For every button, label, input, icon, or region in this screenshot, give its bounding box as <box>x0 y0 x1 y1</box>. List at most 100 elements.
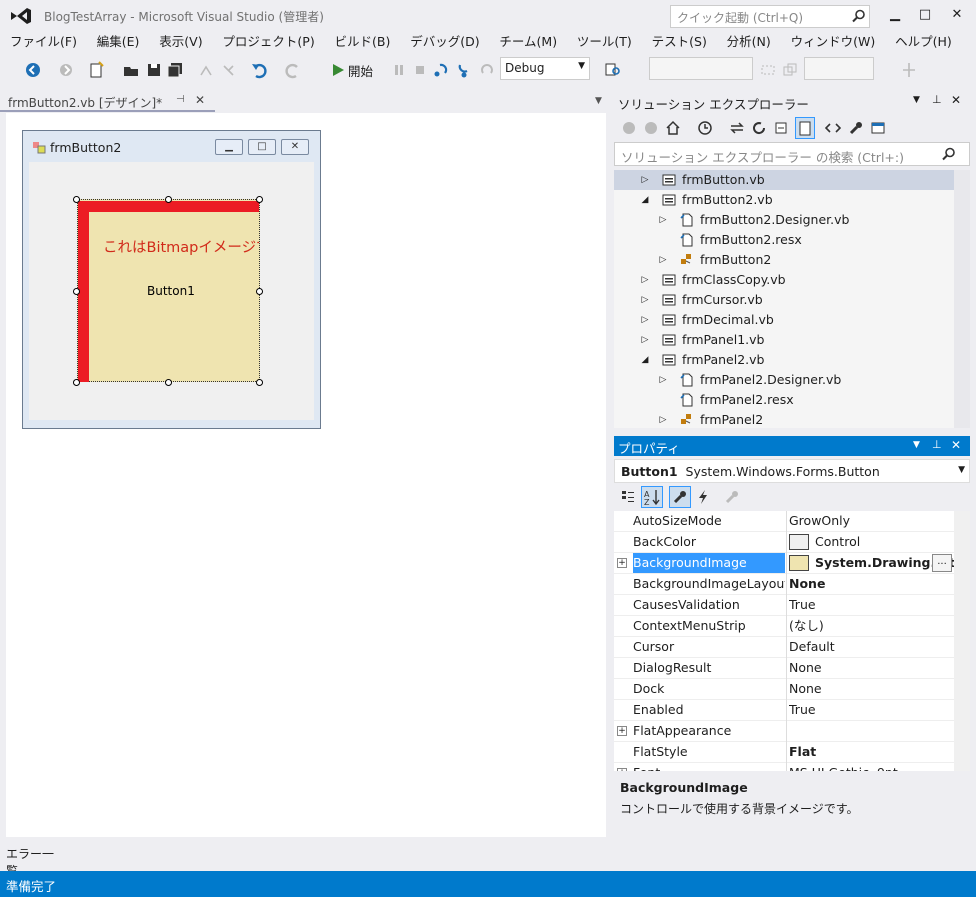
tree-item[interactable]: ▷ frmButton.vb <box>614 170 954 190</box>
property-pages-icon[interactable] <box>724 489 740 505</box>
collapsed-arrow-icon[interactable]: ▷ <box>658 410 668 430</box>
pause-icon[interactable] <box>390 61 408 79</box>
property-row[interactable]: Enabled True <box>614 700 954 721</box>
tree-item[interactable]: ▷ frmButton2.Designer.vb <box>614 210 954 230</box>
resize-handle-ne[interactable] <box>256 196 263 203</box>
error-list-tab[interactable]: エラー一覧 <box>0 845 70 878</box>
cut-disabled-icon[interactable] <box>197 61 215 79</box>
disabled-layout-combo[interactable] <box>804 57 874 80</box>
resize-handle-w[interactable] <box>73 288 80 295</box>
property-value[interactable]: Default <box>789 637 954 657</box>
menu-window[interactable]: ウィンドウ(W) <box>785 32 882 52</box>
menu-analyze[interactable]: 分析(N) <box>721 32 777 52</box>
step-out-icon[interactable] <box>478 61 496 79</box>
menu-build[interactable]: ビルド(B) <box>329 32 397 52</box>
events-lightning-icon[interactable] <box>696 489 710 505</box>
menu-view[interactable]: 表示(V) <box>153 32 208 52</box>
sync-icon[interactable] <box>729 120 745 136</box>
resize-handle-e[interactable] <box>256 288 263 295</box>
property-value[interactable]: Control <box>789 532 954 552</box>
minimize-button[interactable]: ▁ <box>880 4 910 26</box>
alphabetical-icon[interactable]: AZ <box>641 486 663 508</box>
menu-file[interactable]: ファイル(F) <box>4 32 83 52</box>
panel-dropdown-icon[interactable]: ▼ <box>913 95 920 105</box>
property-row[interactable]: + Font MS UI Gothic, 9pt <box>614 763 954 771</box>
search-icon[interactable] <box>942 147 956 161</box>
undo-icon[interactable] <box>250 61 268 79</box>
properties-object-selector[interactable]: Button1 System.Windows.Forms.Button ▼ <box>614 459 970 483</box>
maximize-button[interactable]: □ <box>910 4 940 26</box>
property-row[interactable]: DialogResult None <box>614 658 954 679</box>
property-value[interactable]: True <box>789 700 954 720</box>
collapsed-arrow-icon[interactable]: ▷ <box>658 210 668 230</box>
collapsed-arrow-icon[interactable]: ▷ <box>640 270 650 290</box>
search-icon[interactable] <box>852 9 866 23</box>
properties-view-icon[interactable] <box>669 486 691 508</box>
menu-edit[interactable]: 編集(E) <box>91 32 146 52</box>
collapsed-arrow-icon[interactable]: ▷ <box>640 290 650 310</box>
panel-dropdown-icon[interactable]: ▼ <box>913 440 920 450</box>
form-maximize-button[interactable]: □ <box>248 139 276 155</box>
close-panel-icon[interactable]: ✕ <box>951 93 961 107</box>
view-designer-icon[interactable] <box>870 120 886 136</box>
step-into-icon[interactable] <box>432 61 450 79</box>
start-button[interactable]: 開始 <box>348 61 373 80</box>
expand-plus-icon[interactable]: + <box>617 726 627 736</box>
menu-tools[interactable]: ツール(T) <box>571 32 638 52</box>
collapsed-arrow-icon[interactable]: ▷ <box>658 370 668 390</box>
forward-icon[interactable] <box>643 120 659 136</box>
properties-wrench-icon[interactable] <box>848 120 864 136</box>
collapsed-arrow-icon[interactable]: ▷ <box>640 310 650 330</box>
tree-item[interactable]: ▷ frmPanel1.vb <box>614 330 954 350</box>
property-row[interactable]: Cursor Default <box>614 637 954 658</box>
property-row[interactable]: + FlatAppearance <box>614 721 954 742</box>
tab-dropdown-icon[interactable]: ▼ <box>595 96 602 106</box>
view-code-icon[interactable] <box>825 120 841 136</box>
property-row[interactable]: Dock None <box>614 679 954 700</box>
property-value[interactable]: True <box>789 595 954 615</box>
expand-plus-icon[interactable]: + <box>617 768 627 771</box>
spacing-disabled-icon[interactable] <box>900 61 918 79</box>
resize-handle-se[interactable] <box>256 379 263 386</box>
collapsed-arrow-icon[interactable]: ▷ <box>658 250 668 270</box>
property-value[interactable]: Flat <box>789 742 954 762</box>
step-over-icon[interactable] <box>455 61 473 79</box>
pin-icon[interactable]: ⊥ <box>932 93 942 106</box>
resize-handle-nw[interactable] <box>73 196 80 203</box>
menu-help[interactable]: ヘルプ(H) <box>889 32 958 52</box>
navigate-back-icon[interactable] <box>24 61 42 79</box>
property-row[interactable]: + BackgroundImageSystem.Drawing.Bitmap... <box>614 553 954 574</box>
tree-item[interactable]: ▷ frmButton2 <box>614 250 954 270</box>
save-all-icon[interactable] <box>166 61 184 79</box>
solution-configuration-select[interactable]: Debug ▼ <box>500 57 590 80</box>
close-tab-icon[interactable]: ✕ <box>195 93 205 107</box>
close-panel-icon[interactable]: ✕ <box>951 438 961 452</box>
menu-project[interactable]: プロジェクト(P) <box>216 32 320 52</box>
form-close-button[interactable]: ✕ <box>281 139 309 155</box>
open-file-icon[interactable] <box>122 61 140 79</box>
property-row[interactable]: FlatStyle Flat <box>614 742 954 763</box>
quick-launch-input[interactable]: クイック起動 (Ctrl+Q) <box>670 5 870 28</box>
start-debug-icon[interactable] <box>329 61 347 79</box>
pin-icon[interactable]: ⊥ <box>932 438 942 451</box>
property-value[interactable]: GrowOnly <box>789 511 954 531</box>
property-row[interactable]: BackColor Control <box>614 532 954 553</box>
stop-icon[interactable] <box>411 61 429 79</box>
tree-item[interactable]: ◢ frmPanel2.vb <box>614 350 954 370</box>
back-icon[interactable] <box>621 120 637 136</box>
refresh-icon[interactable] <box>751 120 767 136</box>
property-value[interactable]: None <box>789 574 954 594</box>
tree-item[interactable]: frmButton2.resx <box>614 230 954 250</box>
home-icon[interactable] <box>665 120 681 136</box>
tree-item[interactable]: ◢ frmButton2.vb <box>614 190 954 210</box>
resize-handle-s[interactable] <box>165 379 172 386</box>
resize-handle-n[interactable] <box>165 196 172 203</box>
size-disabled-icon[interactable] <box>781 61 799 79</box>
align-disabled-icon[interactable] <box>759 61 777 79</box>
property-value[interactable]: None <box>789 679 954 699</box>
show-all-files-icon[interactable] <box>795 117 815 139</box>
menu-team[interactable]: チーム(M) <box>493 32 563 52</box>
tree-item[interactable]: ▷ frmDecimal.vb <box>614 310 954 330</box>
property-row[interactable]: AutoSizeMode GrowOnly <box>614 511 954 532</box>
history-icon[interactable] <box>697 120 713 136</box>
